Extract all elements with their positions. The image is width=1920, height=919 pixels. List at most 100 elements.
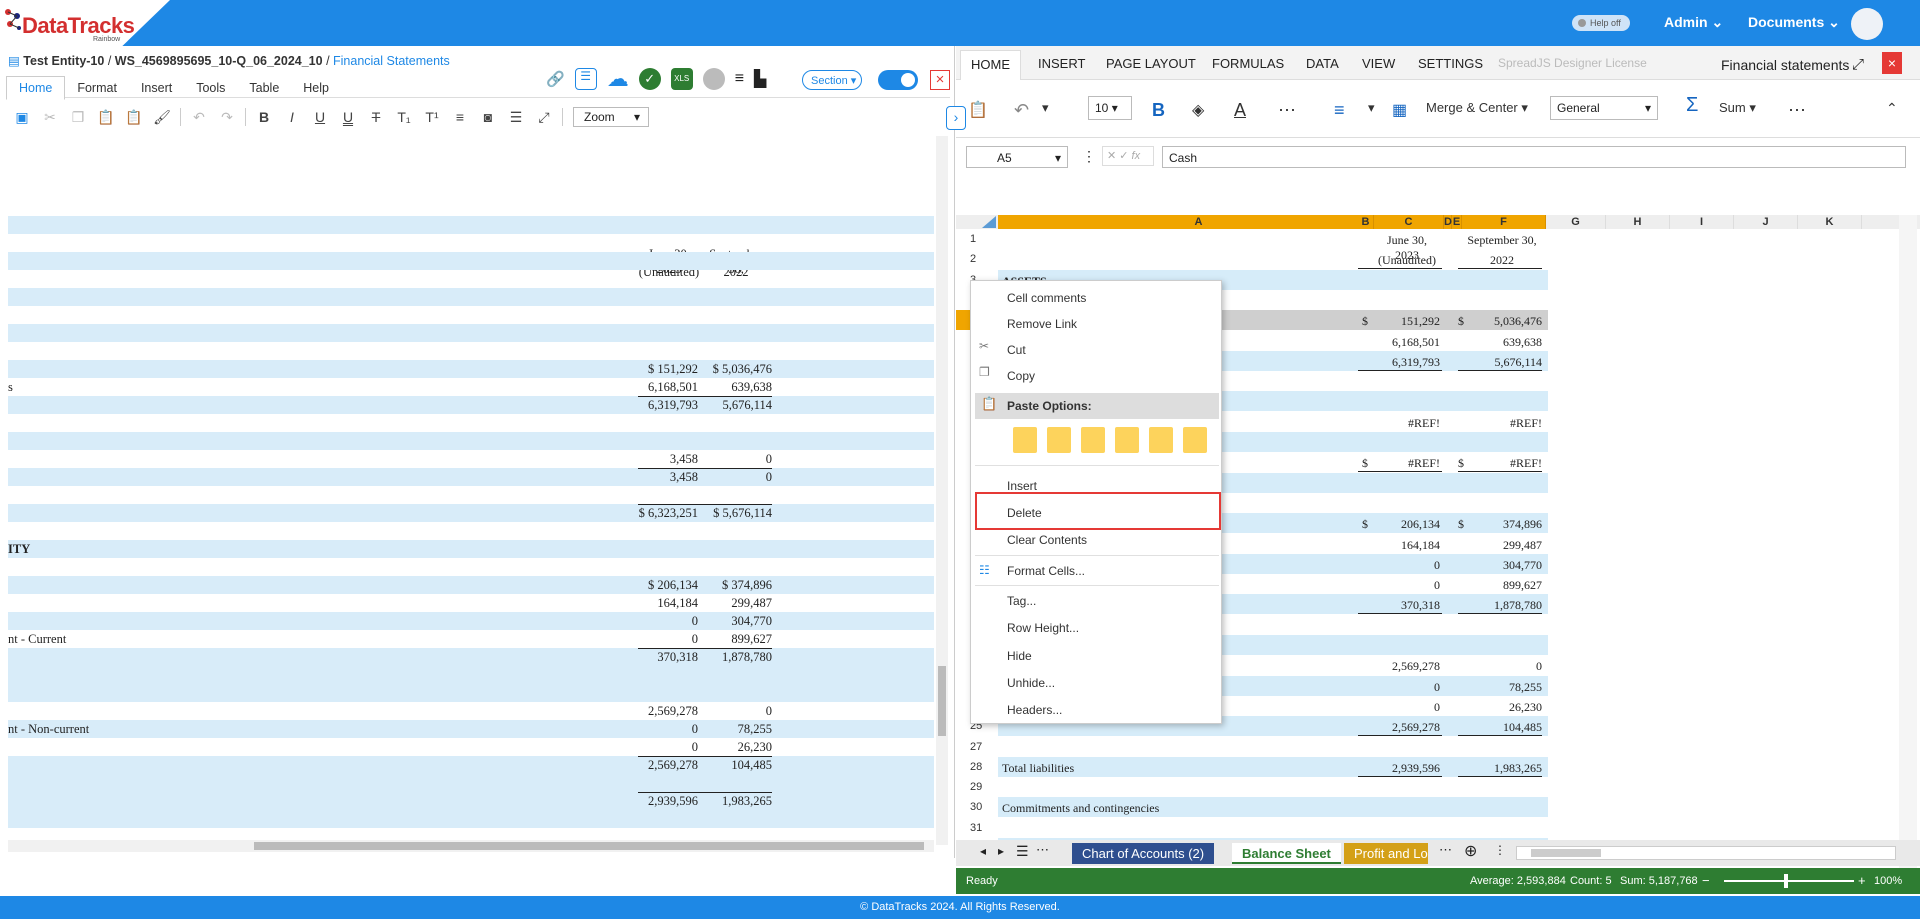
cloud-upload-icon[interactable]: ☁ xyxy=(607,66,629,92)
cell-b[interactable]: $ xyxy=(1358,456,1368,471)
zoom-slider[interactable] xyxy=(1724,874,1854,888)
sheet-list-icon[interactable]: ☰ xyxy=(1016,843,1029,860)
excel-icon[interactable]: XLS xyxy=(670,68,693,90)
row-header[interactable]: 31 xyxy=(956,818,998,838)
cell-c[interactable]: #REF! xyxy=(1374,416,1440,431)
menu-item-format-cells[interactable]: Format Cells... xyxy=(1007,564,1085,578)
redo-icon[interactable]: ↷ xyxy=(213,109,241,126)
doc-row[interactable]: 0 304,770 xyxy=(8,612,934,630)
doc-settings-icon[interactable]: ▙ xyxy=(754,69,766,89)
cell-f[interactable]: 5,676,114 xyxy=(1462,355,1542,370)
cell-a[interactable]: Commitments and contingencies xyxy=(1002,801,1159,816)
strikethrough-icon[interactable]: T xyxy=(362,109,390,125)
doc-row[interactable]: $ 6,323,251 $ 5,676,114 xyxy=(8,504,934,522)
formula-input[interactable]: Cash xyxy=(1162,146,1906,168)
save-icon[interactable]: ▣ xyxy=(8,109,36,126)
name-box[interactable]: A5 ▾ xyxy=(966,146,1068,168)
doc-row[interactable]: 2,569,278 0 xyxy=(8,702,934,720)
cell-f[interactable]: #REF! xyxy=(1462,456,1542,471)
cell-f[interactable]: 639,638 xyxy=(1462,335,1542,350)
column-header[interactable]: F xyxy=(1462,215,1546,229)
format-painter-icon[interactable]: 🖌 xyxy=(148,109,176,126)
paste-values-formatting-icon[interactable] xyxy=(1149,427,1173,453)
justify-icon[interactable]: ☰ xyxy=(502,109,530,126)
copy-icon[interactable]: ❐ xyxy=(64,109,92,126)
grid-row[interactable]: Commitments and contingencies xyxy=(998,797,1548,818)
cell-f[interactable]: 899,627 xyxy=(1462,578,1542,593)
cell-b[interactable]: $ xyxy=(1358,517,1368,532)
tab-view[interactable]: VIEW xyxy=(1362,56,1395,71)
column-header[interactable]: G xyxy=(1546,215,1606,229)
column-header[interactable]: K xyxy=(1798,215,1862,229)
menu-item-tag[interactable]: Tag... xyxy=(1007,594,1036,608)
cell-f[interactable]: 374,896 xyxy=(1462,517,1542,532)
check-icon[interactable]: ✓ xyxy=(638,68,661,90)
grid-row[interactable] xyxy=(998,818,1548,838)
undo-icon[interactable]: ↶ xyxy=(185,109,213,126)
tab-data[interactable]: DATA xyxy=(1306,56,1339,71)
menu-help[interactable]: Help xyxy=(291,77,341,99)
cell-f[interactable]: September 30, xyxy=(1462,233,1542,248)
tab-formulas[interactable]: FORMULAS xyxy=(1212,56,1284,71)
menu-item-unhide[interactable]: Unhide... xyxy=(1007,676,1055,690)
cell-f[interactable]: 78,255 xyxy=(1462,680,1542,695)
avatar[interactable] xyxy=(1851,8,1883,40)
doc-row[interactable]: $ 151,292 $ 5,036,476 xyxy=(8,360,934,378)
menu-item-clear-contents[interactable]: Clear Contents xyxy=(1007,533,1087,547)
more-vertical-icon[interactable]: ⋮ xyxy=(1082,148,1096,165)
tab-home[interactable]: HOME xyxy=(960,50,1021,80)
menu-item-cell-comments[interactable]: Cell comments xyxy=(1007,291,1086,305)
next-sheet-icon[interactable]: ▸ xyxy=(998,844,1004,858)
cell-f[interactable]: 1,878,780 xyxy=(1462,598,1542,613)
logo[interactable]: DataTracks Rainbow xyxy=(0,0,170,46)
cell-c[interactable]: 206,134 xyxy=(1374,517,1440,532)
grid-vertical-scrollbar[interactable] xyxy=(1899,215,1917,890)
cell-c[interactable]: (Unaudited) xyxy=(1374,253,1440,268)
sum-icon[interactable]: Σ xyxy=(1686,94,1698,117)
fill-color-icon[interactable]: ◈ xyxy=(1192,100,1204,120)
breadcrumb-page[interactable]: Financial Statements xyxy=(333,54,450,68)
doc-row[interactable]: 2,939,596 1,983,265 xyxy=(8,792,934,810)
chevron-down-icon[interactable]: ▾ xyxy=(1368,100,1375,116)
zoom-in-icon[interactable]: + xyxy=(1858,873,1866,888)
menu-item-row-height[interactable]: Row Height... xyxy=(1007,621,1079,635)
cell-a[interactable]: Total liabilities xyxy=(1002,761,1074,776)
more-icon[interactable]: ⋯ xyxy=(1439,842,1452,858)
menu-home[interactable]: Home xyxy=(6,76,66,100)
cell-f[interactable]: 304,770 xyxy=(1462,558,1542,573)
double-underline-icon[interactable]: U xyxy=(334,109,362,125)
doc-row[interactable]: $ 206,134 $ 374,896 xyxy=(8,576,934,594)
menu-tools[interactable]: Tools xyxy=(184,77,237,99)
doc-row[interactable]: 164,184 299,487 xyxy=(8,594,934,612)
doc-row[interactable]: 3,458 0 xyxy=(8,468,934,486)
cell-b[interactable]: $ xyxy=(1358,314,1368,329)
cell-c[interactable]: 151,292 xyxy=(1374,314,1440,329)
tab-horizontal-scrollbar[interactable] xyxy=(1516,846,1896,860)
expand-icon[interactable]: ⤢ xyxy=(1852,56,1864,73)
section-dropdown[interactable]: Section ▾ xyxy=(802,70,862,90)
column-header[interactable]: E xyxy=(1452,215,1462,229)
row-header[interactable]: 29 xyxy=(956,777,998,797)
menu-item-insert[interactable]: Insert xyxy=(1007,479,1037,493)
preview-icon[interactable]: ◙ xyxy=(474,109,502,125)
cell-c[interactable]: 2,939,596 xyxy=(1374,761,1440,776)
cell-c[interactable]: 2,569,278 xyxy=(1374,659,1440,674)
paste-icon[interactable]: 📋 xyxy=(92,109,120,126)
paste-all-icon[interactable] xyxy=(1013,427,1037,453)
filter-list-icon[interactable]: ≡ xyxy=(735,70,744,88)
row-header[interactable]: 30 xyxy=(956,797,998,817)
column-header[interactable]: B xyxy=(1358,215,1374,229)
doc-row[interactable]: ITY xyxy=(8,540,934,558)
paste-text-icon[interactable]: 📋 xyxy=(120,109,148,126)
sum-button[interactable]: Sum ▾ xyxy=(1719,100,1756,116)
disabled-icon[interactable] xyxy=(702,68,725,90)
number-format-select[interactable]: General ▾ xyxy=(1550,96,1658,120)
select-all-icon[interactable] xyxy=(982,216,996,228)
zoom-select[interactable]: Zoom xyxy=(573,107,649,127)
grid-row[interactable]: June 30, 2023 September 30, xyxy=(998,229,1548,262)
bold-icon[interactable]: B xyxy=(1152,100,1165,121)
cell-c[interactable]: #REF! xyxy=(1374,456,1440,471)
vertical-scrollbar[interactable] xyxy=(936,136,948,845)
column-header[interactable]: D xyxy=(1444,215,1452,229)
cell-c[interactable]: 6,319,793 xyxy=(1374,355,1440,370)
